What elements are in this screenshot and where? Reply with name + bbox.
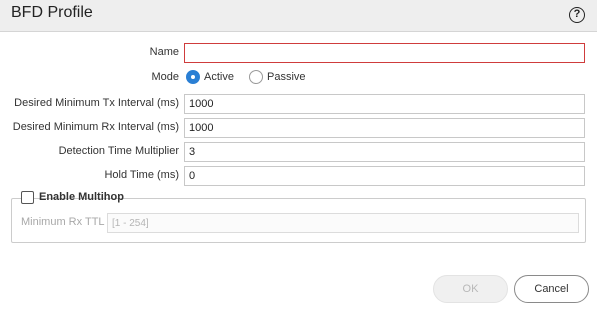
- mode-label: Mode: [151, 71, 179, 83]
- tx-interval-label: Desired Minimum Tx Interval (ms): [14, 97, 179, 109]
- tx-interval-input[interactable]: [184, 94, 585, 114]
- radio-checked-icon: [186, 70, 200, 84]
- multihop-legend[interactable]: Enable Multihop: [21, 191, 124, 205]
- mode-active-label: Active: [204, 71, 234, 83]
- min-rx-ttl-input: [1 - 254]: [107, 213, 579, 233]
- rx-interval-row: Desired Minimum Rx Interval (ms): [0, 118, 597, 138]
- hold-time-label: Hold Time (ms): [104, 169, 179, 181]
- detection-multiplier-row: Detection Time Multiplier: [0, 142, 597, 162]
- tx-interval-row: Desired Minimum Tx Interval (ms): [0, 94, 597, 114]
- rx-interval-input[interactable]: [184, 118, 585, 138]
- ok-button[interactable]: OK: [433, 275, 508, 303]
- name-row: Name: [0, 43, 597, 63]
- enable-multihop-checkbox[interactable]: [21, 191, 34, 204]
- cancel-button[interactable]: Cancel: [514, 275, 589, 303]
- mode-passive-label: Passive: [267, 71, 306, 83]
- rx-interval-label: Desired Minimum Rx Interval (ms): [12, 121, 179, 133]
- detection-multiplier-label: Detection Time Multiplier: [58, 145, 179, 157]
- name-input[interactable]: [184, 43, 585, 63]
- dialog-title: BFD Profile: [11, 4, 93, 21]
- hold-time-input[interactable]: [184, 166, 585, 186]
- mode-row: Mode Active Passive: [0, 68, 597, 88]
- radio-unchecked-icon: [249, 70, 263, 84]
- help-icon[interactable]: ?: [569, 7, 585, 23]
- enable-multihop-label: Enable Multihop: [39, 191, 124, 203]
- dialog-titlebar: BFD Profile ?: [0, 0, 597, 32]
- detection-multiplier-input[interactable]: [184, 142, 585, 162]
- name-label: Name: [149, 46, 179, 58]
- hold-time-row: Hold Time (ms): [0, 166, 597, 186]
- min-rx-ttl-label: Minimum Rx TTL: [21, 216, 105, 228]
